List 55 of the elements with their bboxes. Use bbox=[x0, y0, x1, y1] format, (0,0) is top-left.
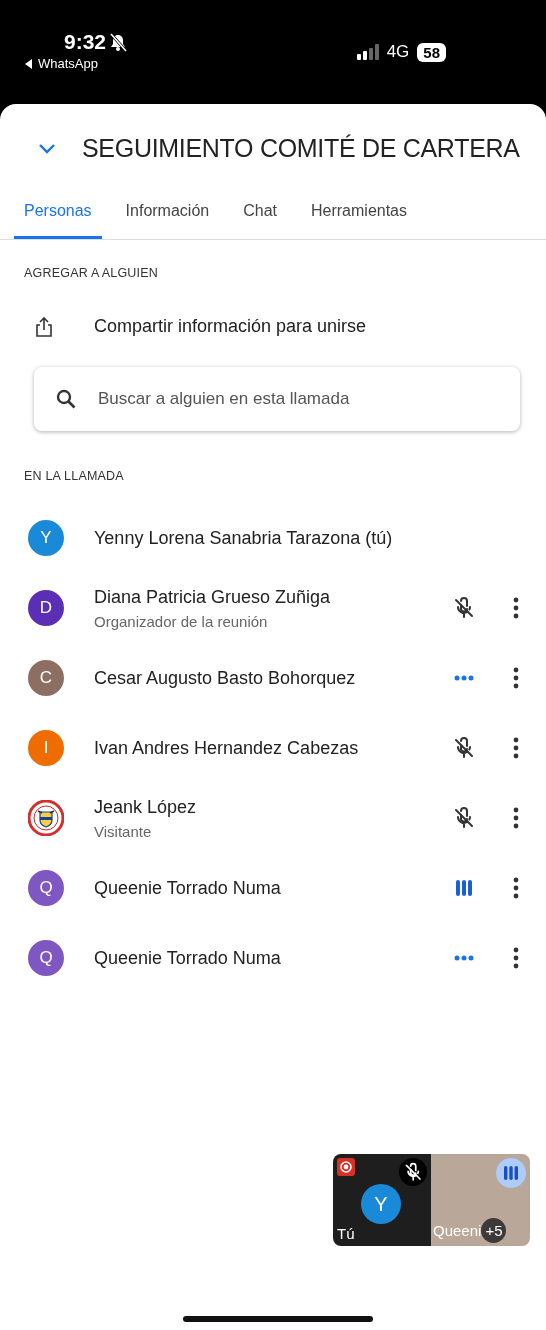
participant-row[interactable]: Q Queenie Torrado Numa bbox=[0, 923, 546, 993]
back-app-link[interactable]: WhatsApp bbox=[38, 56, 98, 71]
bell-muted-icon bbox=[108, 32, 129, 52]
section-heading: EN LA LLAMADA bbox=[23, 468, 125, 483]
participant-row[interactable]: D Diana Patricia Grueso Zuñiga Organizador de la reunión bbox=[0, 573, 546, 643]
avatar: Q bbox=[28, 870, 64, 906]
more-menu-icon[interactable] bbox=[512, 877, 520, 899]
participant-name: Ivan Andres Hernandez Cabezas bbox=[94, 737, 360, 759]
meeting-title: SEGUIMIENTO COMITÉ DE CARTERA bbox=[82, 133, 520, 163]
signal-icon bbox=[356, 44, 379, 60]
participant-name: Cesar Augusto Basto Bohorquez bbox=[94, 667, 357, 689]
section-heading: AGREGAR A ALGUIEN bbox=[23, 265, 159, 280]
tab[interactable]: Personas bbox=[14, 190, 102, 239]
search-input[interactable]: Buscar a alguien en esta llamada bbox=[96, 388, 498, 410]
more-menu-icon[interactable] bbox=[512, 947, 520, 969]
more-menu-icon[interactable] bbox=[512, 807, 520, 829]
participant-row[interactable]: Y Yenny Lorena Sanabria Tarazona (tú) bbox=[0, 503, 546, 573]
search-field[interactable]: Buscar a alguien en esta llamada bbox=[34, 367, 520, 431]
participant-name: Yenny Lorena Sanabria Tarazona (tú) bbox=[94, 527, 394, 549]
participant-role: Visitante bbox=[94, 822, 153, 840]
share-info-link[interactable]: Compartir información para unirse bbox=[94, 316, 367, 337]
battery-indicator: 58 bbox=[417, 42, 446, 62]
tile-name: Queeni bbox=[433, 1222, 482, 1239]
participant-name: Diana Patricia Grueso Zuñiga bbox=[94, 586, 332, 608]
tab[interactable]: Chat bbox=[233, 190, 287, 239]
self-video-tile[interactable]: Y Tú bbox=[333, 1154, 431, 1246]
more-participants-badge[interactable]: +5 bbox=[481, 1218, 507, 1243]
emblem-avatar-icon bbox=[28, 800, 64, 836]
back-arrow-icon[interactable] bbox=[24, 57, 33, 70]
more-menu-icon[interactable] bbox=[512, 667, 520, 689]
clock-time: 9:32 bbox=[64, 30, 107, 54]
participant-row[interactable]: Q Queenie Torrado Numa bbox=[0, 853, 546, 923]
tile-name: Tú bbox=[337, 1225, 355, 1242]
more-menu-icon[interactable] bbox=[512, 737, 520, 759]
avatar: I bbox=[28, 730, 64, 766]
participant-row[interactable]: Jeank López Visitante bbox=[0, 783, 546, 853]
avatar: D bbox=[28, 590, 64, 626]
participant-role: Organizador de la reunión bbox=[94, 612, 269, 630]
search-icon bbox=[56, 389, 76, 409]
tab[interactable]: Herramientas bbox=[301, 190, 417, 239]
video-photo-placeholder[interactable]: Queeni +5 bbox=[431, 1154, 530, 1246]
tab[interactable]: Información bbox=[115, 190, 220, 239]
avatar: Y bbox=[361, 1184, 401, 1224]
avatar: C bbox=[28, 660, 64, 696]
participant-name: Queenie Torrado Numa bbox=[94, 877, 282, 899]
avatar: Y bbox=[28, 520, 64, 556]
more-menu-icon[interactable] bbox=[512, 597, 520, 619]
network-label: 4G bbox=[386, 42, 410, 62]
participant-row[interactable]: C Cesar Augusto Basto Bohorquez bbox=[0, 643, 546, 713]
participant-row[interactable]: I Ivan Andres Hernandez Cabezas bbox=[0, 713, 546, 783]
share-icon[interactable] bbox=[34, 316, 54, 337]
participant-name: Jeank López bbox=[94, 796, 198, 818]
chevron-down-icon[interactable] bbox=[38, 142, 56, 154]
avatar: Q bbox=[28, 940, 64, 976]
participant-name: Queenie Torrado Numa bbox=[94, 947, 282, 969]
